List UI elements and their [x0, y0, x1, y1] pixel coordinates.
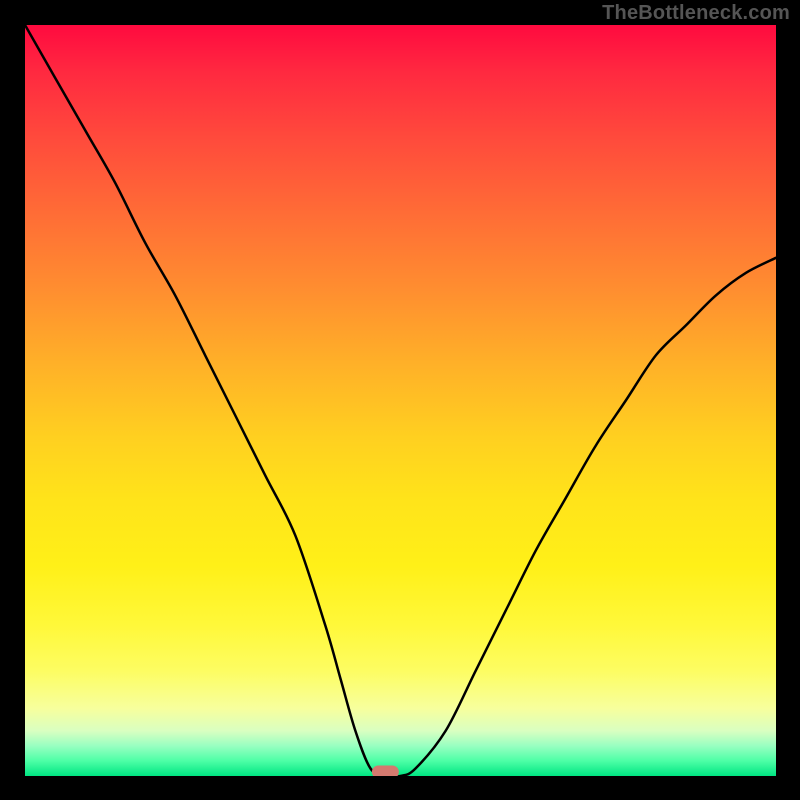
- watermark-text: TheBottleneck.com: [602, 2, 790, 25]
- plot-area: [25, 25, 776, 776]
- optimum-marker: [372, 766, 398, 776]
- chart-frame: TheBottleneck.com: [0, 0, 800, 800]
- bottleneck-curve: [25, 25, 776, 776]
